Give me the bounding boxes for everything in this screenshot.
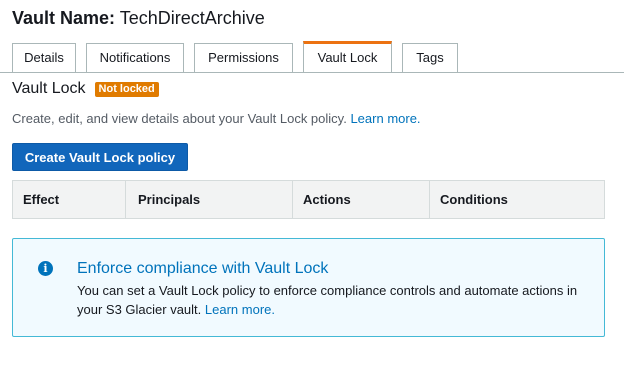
tab-vault-lock[interactable]: Vault Lock bbox=[303, 41, 392, 73]
section-title: Vault Lock bbox=[12, 80, 86, 97]
info-body-text: You can set a Vault Lock policy to enfor… bbox=[77, 283, 578, 317]
page-title: Vault Name: TechDirectArchive bbox=[12, 7, 265, 29]
column-header-conditions: Conditions bbox=[429, 181, 604, 218]
info-body: You can set a Vault Lock policy to enfor… bbox=[77, 281, 587, 319]
column-header-actions: Actions bbox=[292, 181, 429, 218]
info-title: Enforce compliance with Vault Lock bbox=[77, 260, 329, 277]
status-badge: Not locked bbox=[94, 81, 159, 97]
tab-bar: Details Notifications Permissions Vault … bbox=[12, 41, 468, 73]
column-header-effect: Effect bbox=[23, 192, 60, 207]
vault-details-page: Vault Name: TechDirectArchive Details No… bbox=[0, 0, 624, 367]
tab-details[interactable]: Details bbox=[12, 43, 76, 73]
tab-divider bbox=[0, 72, 624, 73]
vault-name-label: Vault Name: bbox=[12, 8, 116, 28]
tab-tags[interactable]: Tags bbox=[402, 43, 458, 73]
description-text: Create, edit, and view details about you… bbox=[12, 111, 347, 126]
column-header-principals: Principals bbox=[125, 181, 292, 218]
vault-name: TechDirectArchive bbox=[119, 8, 265, 28]
tab-permissions[interactable]: Permissions bbox=[194, 43, 293, 73]
section-header: Vault Lock Not locked bbox=[12, 79, 159, 99]
create-vault-lock-policy-button[interactable]: Create Vault Lock policy bbox=[12, 143, 188, 171]
info-learn-more-link[interactable]: Learn more. bbox=[205, 302, 275, 317]
learn-more-link[interactable]: Learn more. bbox=[350, 111, 420, 126]
tab-notifications[interactable]: Notifications bbox=[86, 43, 184, 73]
section-description: Create, edit, and view details about you… bbox=[12, 111, 421, 127]
policy-table-header: Effect Principals Actions Conditions bbox=[12, 180, 605, 219]
info-icon: i bbox=[38, 261, 53, 276]
info-alert: i Enforce compliance with Vault Lock You… bbox=[12, 238, 605, 337]
